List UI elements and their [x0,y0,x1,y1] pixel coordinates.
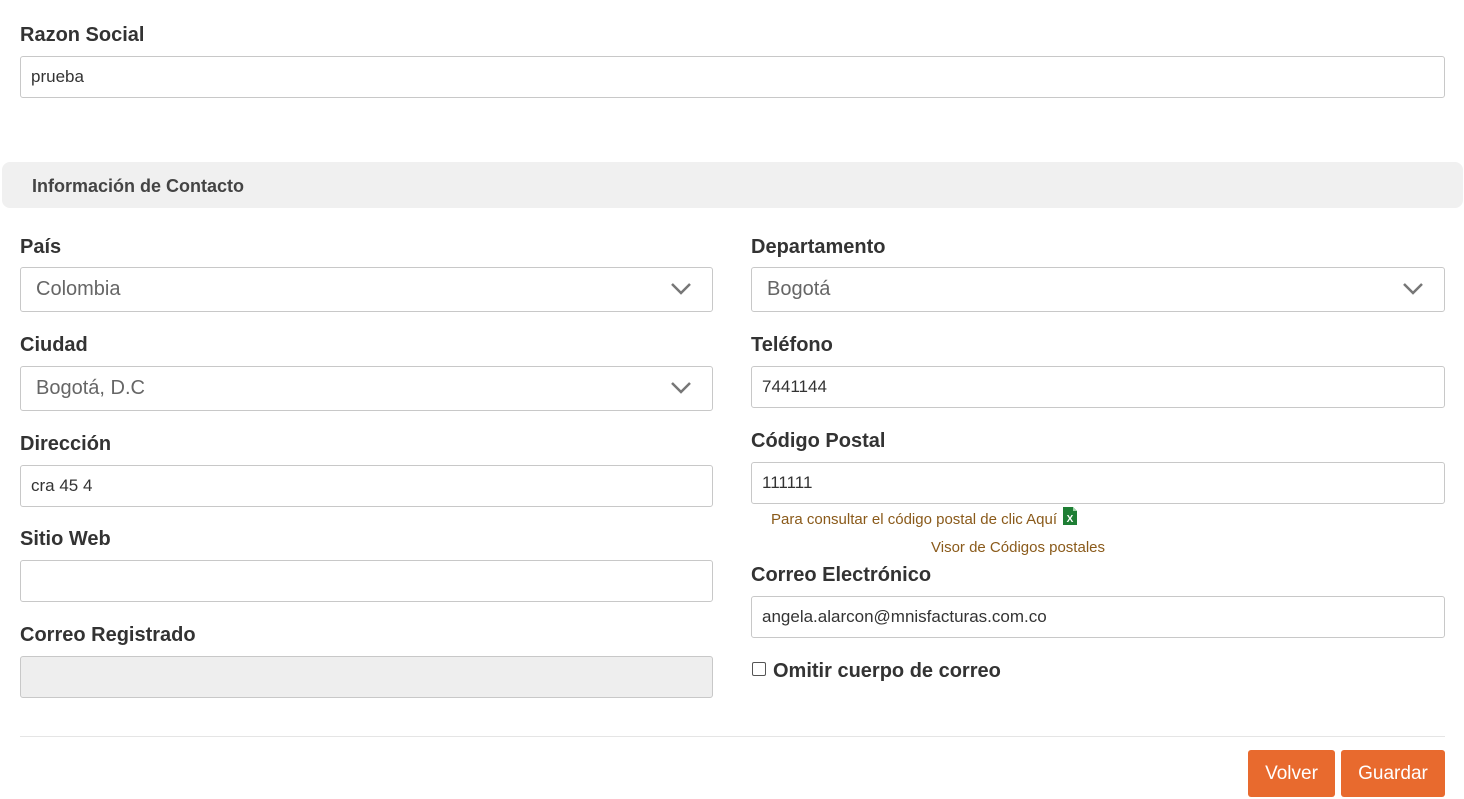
razon-social-input[interactable] [20,56,1445,98]
svg-text:X: X [1067,514,1074,525]
telefono-label: Teléfono [751,334,833,356]
codigo-postal-viewer-link[interactable]: Visor de Códigos postales [931,539,1105,557]
sitio-web-input[interactable] [20,560,713,602]
razon-social-label: Razon Social [20,24,145,46]
direccion-label: Dirección [20,433,112,455]
chevron-down-icon [1403,283,1423,295]
pais-selected-value: Colombia [36,278,121,300]
correo-electronico-label: Correo Electrónico [751,564,932,586]
excel-icon[interactable]: X [1062,506,1078,526]
pais-select[interactable]: Colombia [20,267,713,312]
ciudad-selected-value: Bogotá, D.C [36,377,145,399]
omitir-label: Omitir cuerpo de correo [773,660,1001,682]
section-title: Información de Contacto [32,176,245,196]
correo-registrado-label: Correo Registrado [20,624,196,646]
sitio-web-label: Sitio Web [20,528,111,550]
correo-electronico-input[interactable] [751,596,1445,638]
departamento-label: Departamento [751,236,886,258]
chevron-down-icon [671,283,691,295]
pais-label: País [20,236,62,258]
telefono-input[interactable] [751,366,1445,408]
codigo-postal-input[interactable] [751,462,1445,504]
footer-divider [20,736,1445,737]
correo-registrado-input [20,656,713,698]
direccion-input[interactable] [20,465,713,507]
departamento-select[interactable]: Bogotá [751,267,1445,312]
departamento-selected-value: Bogotá [767,278,831,300]
ciudad-label: Ciudad [20,334,88,356]
ciudad-select[interactable]: Bogotá, D.C [20,366,713,411]
guardar-button[interactable]: Guardar [1341,750,1445,797]
volver-button[interactable]: Volver [1248,750,1335,797]
chevron-down-icon [671,382,691,394]
codigo-postal-help-link[interactable]: Para consultar el código postal de clic … [771,511,1057,529]
codigo-postal-label: Código Postal [751,430,886,452]
omitir-checkbox[interactable] [752,662,766,676]
